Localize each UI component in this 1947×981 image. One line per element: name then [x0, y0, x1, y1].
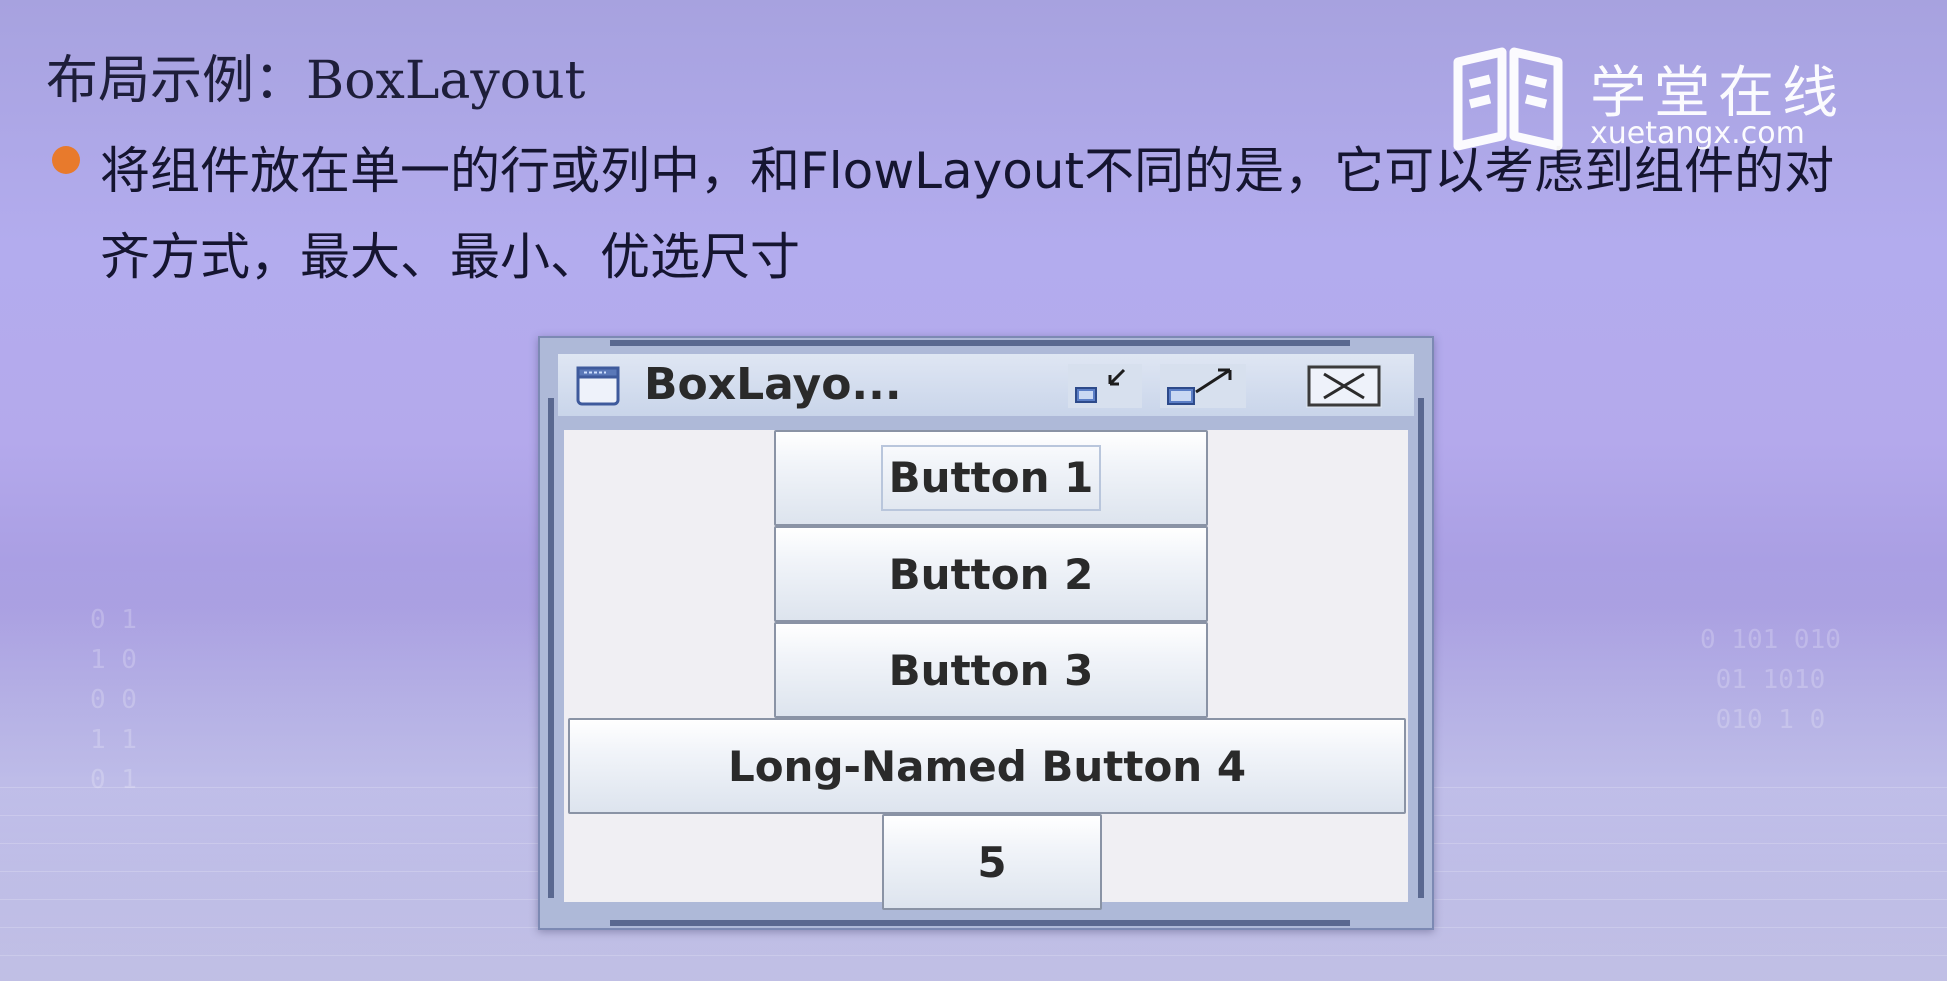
background-binary-decoration: 0 101 010 01 1010 010 1 0 — [1700, 625, 1841, 735]
button-1[interactable]: Button 1 — [774, 430, 1208, 526]
button-5[interactable]: 5 — [882, 814, 1102, 910]
long-named-button-4[interactable]: Long-Named Button 4 — [568, 718, 1406, 814]
button-4-label: Long-Named Button 4 — [727, 741, 1247, 791]
button-3-label: Button 3 — [888, 645, 1094, 695]
maximize-button[interactable] — [1160, 364, 1246, 408]
window-frame-right — [1418, 398, 1424, 898]
button-1-label: Button 1 — [880, 445, 1102, 511]
button-3[interactable]: Button 3 — [774, 622, 1208, 718]
background-binary-decoration: 0 1 1 0 0 0 1 1 0 1 — [90, 605, 137, 795]
window-app-icon — [576, 366, 620, 406]
book-logo-icon — [1453, 47, 1563, 151]
slide-title: 布局示例：BoxLayout — [46, 51, 586, 111]
window-frame-top — [610, 340, 1350, 346]
bullet-dot — [52, 146, 80, 174]
close-button[interactable] — [1306, 364, 1382, 408]
window-frame-bottom — [610, 920, 1350, 926]
window-title: BoxLayo... — [644, 359, 902, 410]
button-2[interactable]: Button 2 — [774, 526, 1208, 622]
logo-text-en: xuetangx.com — [1590, 116, 1805, 151]
button-5-label: 5 — [977, 837, 1007, 887]
iconify-button[interactable] — [1068, 364, 1142, 408]
window-frame-left — [548, 398, 554, 898]
window-content-pane: Button 1 Button 2 Button 3 Long-Named Bu… — [564, 430, 1408, 910]
boxlayout-window: BoxLayo... Button 1 Button 2 Button 3 Lo… — [538, 336, 1434, 930]
logo: 学堂在线 xuetangx.com — [1450, 44, 1870, 154]
button-2-label: Button 2 — [888, 549, 1094, 599]
